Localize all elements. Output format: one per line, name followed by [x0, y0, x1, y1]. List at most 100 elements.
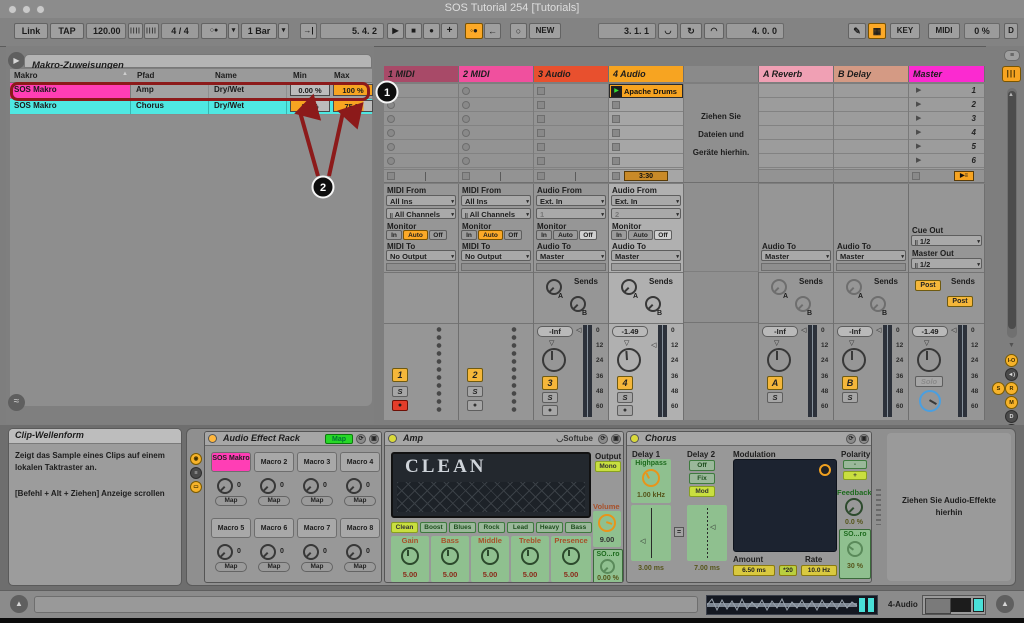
stop-all-clips-icon[interactable] — [612, 172, 620, 180]
quantize-menu[interactable]: 1 Bar — [241, 23, 277, 39]
input-type-chooser[interactable]: All Ins▾ — [386, 195, 456, 206]
chorus-title[interactable]: Chorus ⟳ ▣ — [627, 432, 871, 446]
clip-slot[interactable] — [534, 126, 608, 140]
monitor-auto-button[interactable]: Auto — [403, 230, 428, 240]
link-button[interactable]: Link — [14, 23, 48, 39]
amp-middle-knob[interactable] — [481, 547, 499, 565]
input-type-chooser[interactable]: Ext. In▾ — [611, 195, 681, 206]
clip-slot[interactable] — [609, 154, 683, 168]
amp-mono-button[interactable]: Mono — [595, 461, 621, 472]
col-name[interactable]: Name — [215, 71, 237, 81]
volume-display[interactable]: -Inf — [762, 326, 798, 337]
clip-slot[interactable] — [459, 140, 533, 154]
hot-swap-icon[interactable]: ⟳ — [598, 434, 608, 444]
master-volume-knob[interactable] — [917, 348, 941, 372]
traffic-light-minimize-icon[interactable] — [22, 5, 31, 14]
clip-slot[interactable] — [384, 112, 458, 126]
reenable-automation-button[interactable]: ← — [484, 23, 501, 39]
scene-slot[interactable]: ▶1 — [909, 84, 984, 98]
follow-button[interactable]: →| — [300, 23, 317, 39]
row1-min-value[interactable]: 0.00 % — [290, 84, 330, 96]
scene-slot[interactable]: ▶5 — [909, 140, 984, 154]
traffic-light-zoom-icon[interactable] — [36, 5, 45, 14]
monitor-auto-button[interactable]: Auto — [478, 230, 503, 240]
info-view-toggle[interactable]: ▲ — [10, 595, 28, 613]
nudge-up-button[interactable]: |||| — [144, 23, 159, 39]
macro-knob[interactable] — [303, 478, 319, 494]
volume-knob[interactable] — [767, 348, 791, 372]
draw-mode-button[interactable]: ✎ — [848, 23, 866, 39]
stop-all-clips-icon[interactable] — [387, 172, 395, 180]
browser-toggle-button[interactable]: ▶ — [8, 52, 25, 69]
monitor-in-button[interactable]: In — [611, 230, 627, 240]
stop-row-4audio[interactable]: 3:30 — [609, 170, 684, 183]
scene-play-icon[interactable]: ▶ — [916, 140, 921, 154]
monitor-off-button[interactable]: Off — [654, 230, 672, 240]
clip-slot[interactable] — [384, 126, 458, 140]
macro-map-button[interactable]: Map — [301, 562, 333, 572]
stop-row-3audio[interactable] — [534, 170, 609, 183]
show-returns-toggle[interactable]: R — [1005, 382, 1018, 395]
clip-slot[interactable] — [459, 126, 533, 140]
key-map-button[interactable]: KEY — [890, 23, 920, 39]
return-activator-a[interactable]: A — [767, 376, 783, 390]
track-activator-3[interactable]: 3 — [542, 376, 558, 390]
output-type-chooser[interactable]: Master▾ — [611, 250, 681, 261]
stop-all-clips-icon[interactable] — [912, 172, 920, 180]
modulation-xy-handle[interactable] — [819, 464, 831, 476]
clip-slot[interactable] — [459, 154, 533, 168]
macro-knob[interactable] — [346, 478, 362, 494]
new-button[interactable]: NEW — [529, 23, 561, 39]
output-type-chooser[interactable]: Master▾ — [536, 250, 606, 261]
mixer-view-toggle[interactable]: ||| — [1002, 66, 1021, 82]
macro-name[interactable]: Macro 8 — [340, 518, 380, 538]
row1-makro-cell[interactable]: SOS Makro — [10, 83, 131, 98]
midi-map-button[interactable]: MIDI — [928, 23, 960, 39]
macro-map-button[interactable]: Map — [215, 496, 247, 506]
solo-button[interactable]: S — [392, 386, 408, 397]
cue-out-chooser[interactable]: || 1/2▾ — [911, 235, 982, 246]
input-channel-chooser[interactable]: 1▾ — [536, 208, 606, 219]
macro-map-button[interactable]: Map — [344, 496, 376, 506]
clip-slot[interactable] — [459, 98, 533, 112]
solo-button[interactable]: S — [617, 392, 633, 403]
clip-apache-drums[interactable]: ▶ Apache Drums — [609, 84, 683, 98]
monitor-in-button[interactable]: In — [386, 230, 402, 240]
delay2-time-slider[interactable]: ◁ — [687, 505, 727, 561]
punch-out-button[interactable]: ◠ — [704, 23, 724, 39]
loop-button[interactable]: ↻ — [680, 23, 702, 39]
volume-knob[interactable] — [542, 348, 566, 372]
loop-length-display[interactable]: 4. 0. 0 — [726, 23, 784, 39]
clip-slot[interactable] — [534, 112, 608, 126]
computer-midi-keyboard-button[interactable]: ▦ — [868, 23, 886, 39]
amp-mode-blues[interactable]: Blues — [449, 522, 476, 533]
input-channel-chooser[interactable]: 2▾ — [611, 208, 681, 219]
clip-slot[interactable] — [384, 84, 458, 98]
monitor-auto-button[interactable]: Auto — [628, 230, 653, 240]
col-min[interactable]: Min — [293, 71, 307, 81]
feedback-knob[interactable] — [845, 498, 863, 516]
amp-bass-knob[interactable] — [441, 547, 459, 565]
arm-button[interactable]: ● — [392, 400, 408, 411]
macro-name[interactable]: Macro 3 — [297, 452, 337, 472]
col-makro[interactable]: Makro — [14, 71, 38, 81]
clip-slot[interactable] — [459, 112, 533, 126]
send-b-post-button[interactable]: Post — [947, 296, 973, 307]
volume-display[interactable]: -1.49 — [612, 326, 648, 337]
amp-presence-knob[interactable] — [562, 547, 580, 565]
device-chain-thumbnail[interactable] — [922, 595, 986, 615]
track-header-master[interactable]: Master — [909, 66, 985, 82]
makro-row-2[interactable]: SOS Makro Chorus Dry/Wet 30 % 75 % — [10, 99, 372, 115]
volume-knob[interactable] — [617, 348, 641, 372]
send-a-post-button[interactable]: Post — [915, 280, 941, 291]
scene-play-icon[interactable]: ▶ — [916, 154, 921, 168]
scene-slot[interactable]: ▶3 — [909, 112, 984, 126]
device-drop-handle[interactable] — [876, 489, 881, 525]
volume-display[interactable]: -Inf — [837, 326, 873, 337]
session-scrollbar[interactable]: ▲ — [1007, 88, 1017, 338]
macro-map-button[interactable]: Map — [215, 562, 247, 572]
row2-min-value[interactable]: 30 % — [290, 100, 330, 112]
scroll-down-icon[interactable]: ▼ — [1008, 342, 1015, 349]
rack-title[interactable]: Audio Effect Rack Map ⟳ ▣ — [205, 432, 381, 446]
device-activator[interactable] — [388, 434, 397, 443]
